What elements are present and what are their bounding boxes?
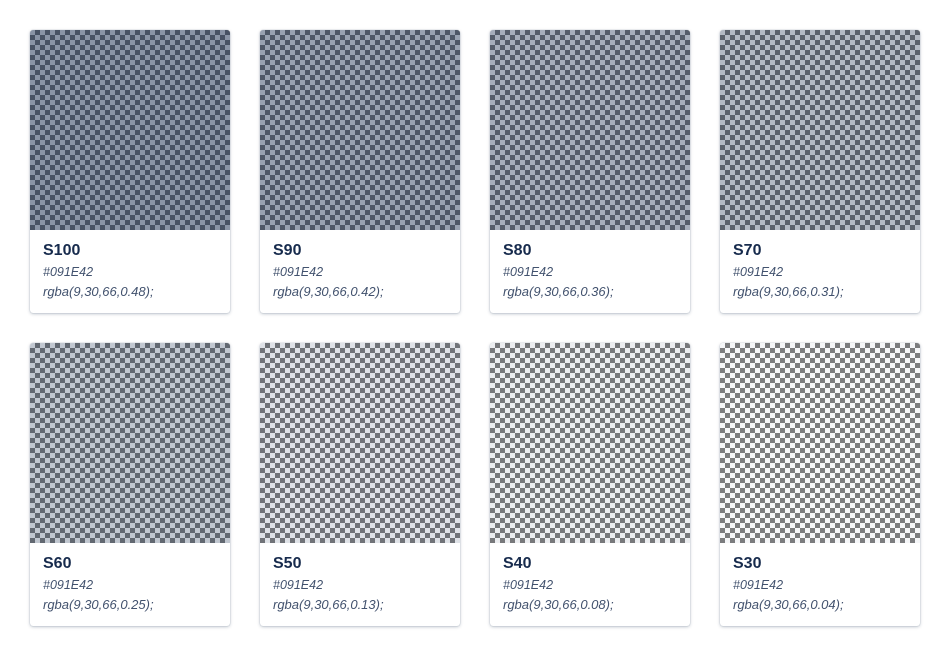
swatch-card: S70 #091E42 rgba(9,30,66,0.31); bbox=[720, 30, 920, 313]
swatch-info: S60 #091E42 rgba(9,30,66,0.25); bbox=[30, 543, 230, 614]
swatch-rgba: rgba(9,30,66,0.08); bbox=[503, 597, 614, 612]
swatch-name: S30 bbox=[733, 555, 762, 572]
swatch-card: S40 #091E42 rgba(9,30,66,0.08); bbox=[490, 343, 690, 626]
swatch-card: S60 #091E42 rgba(9,30,66,0.25); bbox=[30, 343, 230, 626]
color-fill bbox=[720, 343, 920, 543]
checkerboard-swatch bbox=[30, 30, 230, 230]
swatch-hex: #091E42 bbox=[503, 578, 554, 592]
swatch-hex: #091E42 bbox=[43, 578, 94, 592]
swatch-info: S40 #091E42 rgba(9,30,66,0.08); bbox=[490, 543, 690, 614]
checkerboard-swatch bbox=[490, 343, 690, 543]
swatch-hex: #091E42 bbox=[273, 265, 324, 279]
checkerboard-swatch bbox=[720, 30, 920, 230]
swatch-card: S30 #091E42 rgba(9,30,66,0.04); bbox=[720, 343, 920, 626]
swatch-name: S70 bbox=[733, 242, 762, 259]
swatch-hex: #091E42 bbox=[733, 265, 784, 279]
swatch-hex: #091E42 bbox=[273, 578, 324, 592]
swatch-info: S80 #091E42 rgba(9,30,66,0.36); bbox=[490, 230, 690, 301]
swatch-info: S100 #091E42 rgba(9,30,66,0.48); bbox=[30, 230, 230, 301]
color-fill bbox=[490, 30, 690, 230]
color-fill bbox=[260, 343, 460, 543]
swatch-card: S100 #091E42 rgba(9,30,66,0.48); bbox=[30, 30, 230, 313]
swatch-rgba: rgba(9,30,66,0.31); bbox=[733, 284, 844, 299]
color-fill bbox=[30, 30, 230, 230]
checkerboard-swatch bbox=[260, 30, 460, 230]
checkerboard-swatch bbox=[260, 343, 460, 543]
checkerboard-swatch bbox=[490, 30, 690, 230]
color-fill bbox=[260, 30, 460, 230]
swatch-info: S50 #091E42 rgba(9,30,66,0.13); bbox=[260, 543, 460, 614]
swatch-name: S50 bbox=[273, 555, 302, 572]
color-fill bbox=[30, 343, 230, 543]
swatch-name: S90 bbox=[273, 242, 302, 259]
swatch-rgba: rgba(9,30,66,0.36); bbox=[503, 284, 614, 299]
swatch-rgba: rgba(9,30,66,0.48); bbox=[43, 284, 154, 299]
swatch-info: S30 #091E42 rgba(9,30,66,0.04); bbox=[720, 543, 920, 614]
swatch-card: S50 #091E42 rgba(9,30,66,0.13); bbox=[260, 343, 460, 626]
swatch-hex: #091E42 bbox=[733, 578, 784, 592]
swatch-hex: #091E42 bbox=[503, 265, 554, 279]
checkerboard-swatch bbox=[30, 343, 230, 543]
swatch-card: S90 #091E42 rgba(9,30,66,0.42); bbox=[260, 30, 460, 313]
color-fill bbox=[490, 343, 690, 543]
color-fill bbox=[720, 30, 920, 230]
swatch-name: S40 bbox=[503, 555, 532, 572]
swatch-name: S60 bbox=[43, 555, 72, 572]
swatch-rgba: rgba(9,30,66,0.13); bbox=[273, 597, 384, 612]
swatch-rgba: rgba(9,30,66,0.04); bbox=[733, 597, 844, 612]
swatch-grid: S100 #091E42 rgba(9,30,66,0.48); S90 #09… bbox=[30, 30, 920, 626]
swatch-rgba: rgba(9,30,66,0.25); bbox=[43, 597, 154, 612]
swatch-name: S100 bbox=[43, 242, 81, 259]
swatch-rgba: rgba(9,30,66,0.42); bbox=[273, 284, 384, 299]
swatch-info: S90 #091E42 rgba(9,30,66,0.42); bbox=[260, 230, 460, 301]
checkerboard-swatch bbox=[720, 343, 920, 543]
swatch-card: S80 #091E42 rgba(9,30,66,0.36); bbox=[490, 30, 690, 313]
swatch-info: S70 #091E42 rgba(9,30,66,0.31); bbox=[720, 230, 920, 301]
swatch-hex: #091E42 bbox=[43, 265, 94, 279]
swatch-name: S80 bbox=[503, 242, 532, 259]
